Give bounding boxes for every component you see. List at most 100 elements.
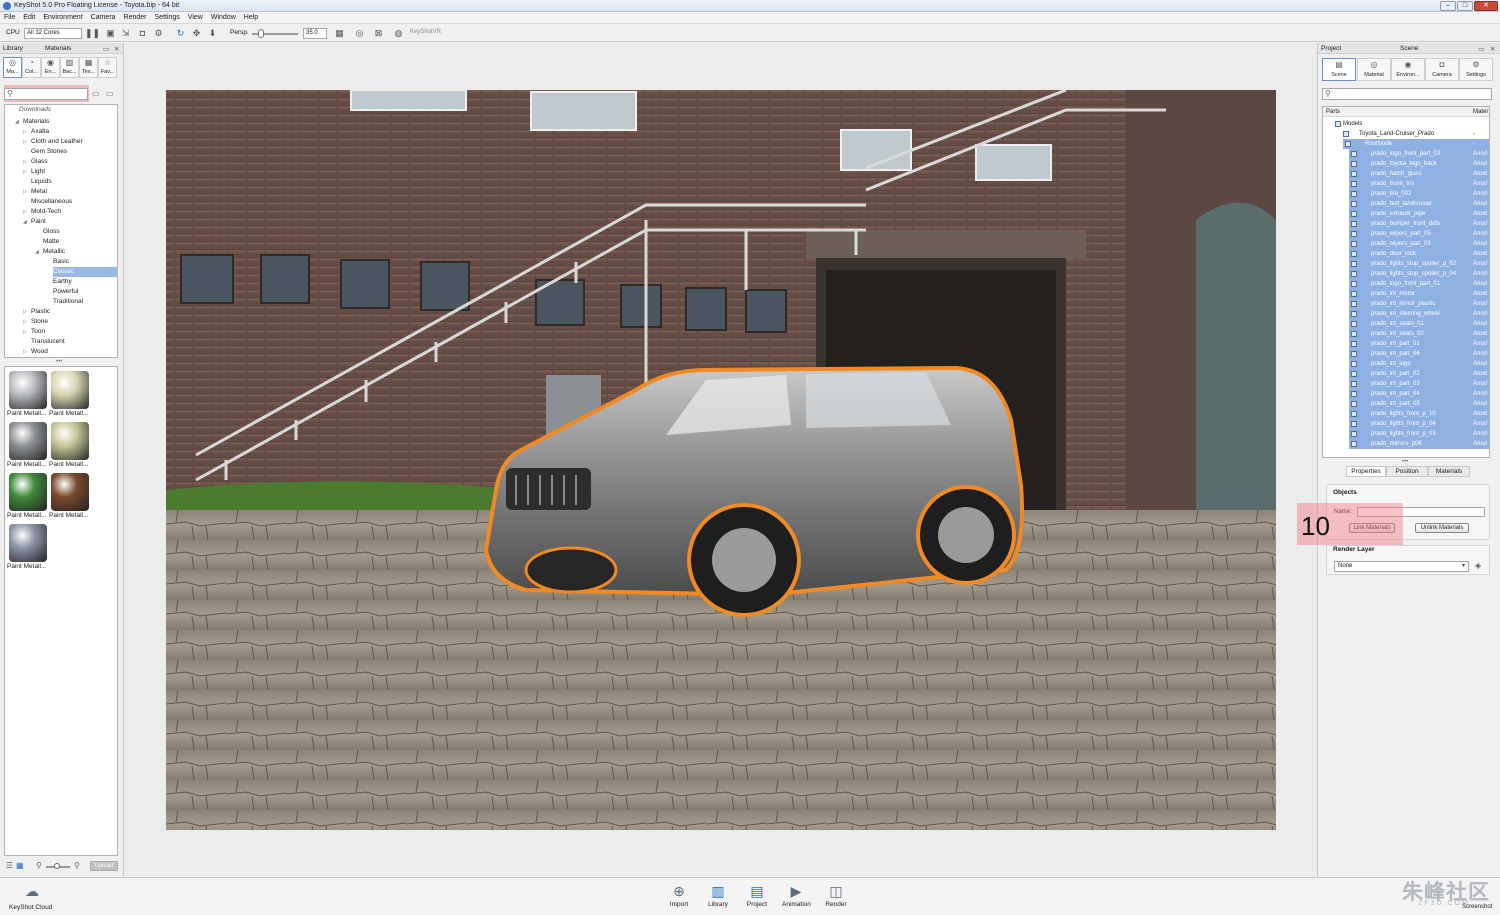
tab-environments[interactable]: ◉ En...	[41, 57, 60, 78]
tree-root[interactable]: Downloads	[19, 105, 51, 115]
menu-settings[interactable]: Settings	[151, 12, 184, 21]
zoom-out-icon[interactable]: ⚲	[36, 861, 42, 870]
visibility-checkbox[interactable]	[1351, 191, 1357, 197]
library-button[interactable]: ▥ Library	[704, 882, 732, 912]
splitter-handle-icon[interactable]: •••	[56, 359, 62, 365]
tab-material[interactable]: ◎ Material	[1357, 58, 1391, 81]
tree-expander-icon[interactable]: ▷	[23, 327, 27, 337]
tree-expander-icon[interactable]: ▷	[23, 137, 27, 147]
scene-tree-row[interactable]: prado_int_mirror_plastic Anod	[1349, 299, 1489, 309]
visibility-checkbox[interactable]	[1351, 241, 1357, 247]
tree-item[interactable]: Matte	[43, 237, 59, 247]
scene-tree-row[interactable]: prado_logo_front_part_01 Anod	[1349, 279, 1489, 289]
tree-expander-icon[interactable]: ▷	[23, 317, 27, 327]
scene-tree-row[interactable]: prado_lights_front_p_10 Anod	[1349, 409, 1489, 419]
add-folder-icon[interactable]: ▭	[92, 89, 100, 98]
turntable-icon[interactable]: ◎	[354, 28, 365, 39]
tree-item[interactable]: Traditional	[53, 297, 83, 307]
visibility-checkbox[interactable]	[1351, 271, 1357, 277]
scene-tree-row[interactable]: Models	[1323, 119, 1489, 129]
menu-view[interactable]: View	[184, 12, 207, 21]
menu-render[interactable]: Render	[120, 12, 151, 21]
scene-tree-row[interactable]: prado_int_part_01 Anod	[1349, 339, 1489, 349]
visibility-checkbox[interactable]	[1351, 301, 1357, 307]
tree-expander-icon[interactable]: ◢	[35, 247, 39, 257]
keyshotvr-label[interactable]: KeyShotVR	[410, 29, 441, 35]
visibility-checkbox[interactable]	[1351, 171, 1357, 177]
realtime-render-image[interactable]	[166, 90, 1276, 830]
refresh-icon[interactable]: ↻	[175, 28, 186, 39]
tree-item[interactable]: Gloss	[43, 227, 60, 237]
scene-tree-row[interactable]: prado_int_part_02 Anod	[1349, 369, 1489, 379]
visibility-checkbox[interactable]	[1351, 321, 1357, 327]
tab-materials[interactable]: ◎ Ma...	[3, 57, 22, 78]
screenshot-label[interactable]: Screenshot	[1462, 904, 1492, 910]
tree-item[interactable]: Stone	[31, 317, 48, 327]
material-column-header[interactable]: Mater	[1473, 107, 1488, 117]
scene-tree-row[interactable]: prado_int_mirror Anod	[1349, 289, 1489, 299]
tree-expander-icon[interactable]: ▷	[23, 187, 27, 197]
maximize-button[interactable]: □	[1457, 1, 1473, 11]
keyshot-cloud-label[interactable]: KeyShot Cloud	[9, 904, 52, 911]
visibility-checkbox[interactable]	[1345, 141, 1351, 147]
tree-item[interactable]: Miscellaneous	[31, 197, 72, 207]
tab-settings[interactable]: ⚙ Settings	[1459, 58, 1493, 81]
scene-tree-row[interactable]: prado_lights_stop_spoiler_p_02 Anod	[1349, 259, 1489, 269]
visibility-checkbox[interactable]	[1351, 221, 1357, 227]
visibility-checkbox[interactable]	[1351, 421, 1357, 427]
scene-tree-row[interactable]: prado_lights_front_p_04 Anod	[1349, 419, 1489, 429]
visibility-checkbox[interactable]	[1351, 411, 1357, 417]
tree-expander-icon[interactable]: ▷	[23, 347, 27, 357]
material-thumbnail[interactable]: Paint Metall...	[7, 420, 47, 469]
tree-item[interactable]: Light	[31, 167, 45, 177]
lens-icon[interactable]: ▦	[334, 28, 345, 39]
visibility-checkbox[interactable]	[1351, 351, 1357, 357]
tab-camera[interactable]: ◘ Camera	[1425, 58, 1459, 81]
menu-edit[interactable]: Edit	[19, 12, 39, 21]
visibility-checkbox[interactable]	[1335, 121, 1341, 127]
project-button[interactable]: ▤ Project	[743, 882, 771, 912]
menu-window[interactable]: Window	[207, 12, 240, 21]
scene-tree-row[interactable]: prado_int_part_06 Anod	[1349, 349, 1489, 359]
render-button[interactable]: ◫ Render	[822, 882, 850, 912]
tree-item[interactable]: Cloth and Leather	[31, 137, 83, 147]
tree-expander-icon[interactable]: ▷	[23, 157, 27, 167]
fov-slider-knob[interactable]	[258, 29, 264, 38]
visibility-checkbox[interactable]	[1343, 131, 1349, 137]
visibility-checkbox[interactable]	[1351, 151, 1357, 157]
tree-expander-icon[interactable]: ▷	[23, 307, 27, 317]
undock-icon[interactable]: ▭	[103, 45, 109, 53]
scene-search-input[interactable]: ⚲	[1322, 88, 1492, 100]
import-button[interactable]: ⊕ Import	[665, 882, 693, 912]
tree-item[interactable]: Wood	[31, 347, 48, 357]
visibility-checkbox[interactable]	[1351, 281, 1357, 287]
material-thumbnail[interactable]: Paint Metall...	[7, 369, 47, 418]
tab-environment[interactable]: ◉ Environ...	[1391, 58, 1425, 81]
thumbnail-size-knob[interactable]	[54, 863, 60, 869]
parts-column-header[interactable]: Parts	[1326, 107, 1340, 117]
scene-tree-row[interactable]: prado_logo_front_part_03 Anod	[1349, 149, 1489, 159]
scene-tree-row[interactable]: prado_wipers_part_03 Anod	[1349, 239, 1489, 249]
tab-textures[interactable]: ▦ Tex...	[79, 57, 98, 78]
visibility-checkbox[interactable]	[1351, 211, 1357, 217]
tab-colors[interactable]: ◔ Col...	[22, 57, 41, 78]
library-search-input[interactable]: ⚲	[4, 88, 88, 100]
tree-item[interactable]: Gem Stones	[31, 147, 67, 157]
upload-button[interactable]: Upload	[90, 861, 118, 871]
cores-select[interactable]: All 32 Cores	[24, 28, 82, 39]
camera-view-icon[interactable]: ◘	[137, 28, 148, 39]
scene-tree-row[interactable]: prado_wipers_part_05 Anod	[1349, 229, 1489, 239]
visibility-checkbox[interactable]	[1351, 261, 1357, 267]
tree-expander-icon[interactable]: ◢	[15, 117, 19, 127]
tree-item[interactable]: Glass	[31, 157, 48, 167]
scene-tree-row[interactable]: prado_bumper_front_dots Anod	[1349, 219, 1489, 229]
scene-tree-row[interactable]: RootNode -	[1343, 139, 1489, 149]
tree-item[interactable]: Basic	[53, 257, 69, 267]
layers-icon[interactable]: ◈	[1475, 561, 1481, 570]
expand-icon[interactable]: ⇲	[120, 28, 131, 39]
tab-backplates[interactable]: ▨ Bac...	[60, 57, 79, 78]
fit-view-icon[interactable]: ✥	[191, 28, 202, 39]
scene-tree-row[interactable]: prado_int_seats_02 Anod	[1349, 329, 1489, 339]
material-thumbnail[interactable]: Paint Metall...	[7, 471, 47, 520]
tree-item[interactable]: Materials	[23, 117, 49, 127]
